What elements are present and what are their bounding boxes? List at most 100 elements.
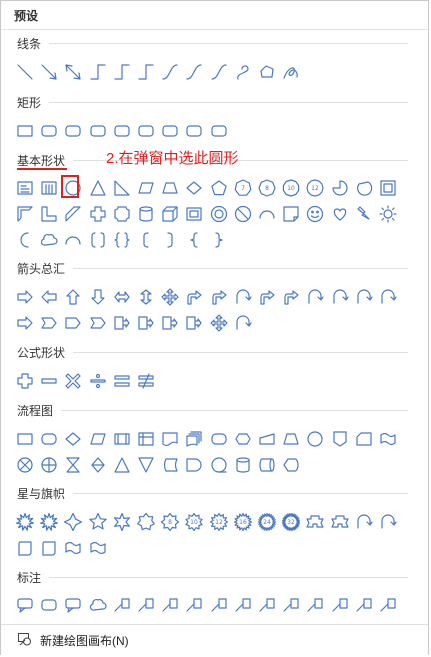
text-box-icon[interactable] [15, 178, 35, 198]
merge-icon[interactable] [136, 455, 156, 475]
arc-icon[interactable] [63, 230, 83, 250]
snip-round-rectangle-icon[interactable] [136, 121, 156, 141]
collate-icon[interactable] [63, 455, 83, 475]
chord-icon[interactable] [354, 178, 374, 198]
star-16-point-icon[interactable]: 16 [233, 512, 253, 532]
round-single-corner-rectangle-icon[interactable] [160, 121, 180, 141]
summing-junction-icon[interactable] [15, 455, 35, 475]
bevel-icon[interactable] [184, 204, 204, 224]
manual-input-icon[interactable] [257, 429, 277, 449]
line-callout-2-no-border-icon[interactable] [330, 595, 350, 615]
star-32-point-icon[interactable]: 32 [281, 512, 301, 532]
line-callout-3-icon[interactable] [160, 595, 180, 615]
frame-icon[interactable] [378, 178, 398, 198]
parallelogram-icon[interactable] [136, 178, 156, 198]
line-callout-1-no-border-icon[interactable] [305, 595, 325, 615]
heart-icon[interactable] [330, 204, 350, 224]
curved-connector-icon[interactable] [160, 62, 180, 82]
curved-down-ribbon-icon[interactable] [378, 512, 398, 532]
right-triangle-icon[interactable] [112, 178, 132, 198]
wave-icon[interactable] [63, 538, 83, 558]
down-ribbon-icon[interactable] [330, 512, 350, 532]
display-icon[interactable] [281, 455, 301, 475]
snip-single-corner-rectangle-icon[interactable] [63, 121, 83, 141]
right-bracket-icon[interactable] [160, 230, 180, 250]
cube-icon[interactable] [160, 204, 180, 224]
star-8-point-icon[interactable]: 8 [160, 512, 180, 532]
predefined-process-icon[interactable] [112, 429, 132, 449]
folded-corner-icon[interactable] [281, 204, 301, 224]
block-arc-icon[interactable] [257, 204, 277, 224]
line-icon[interactable] [15, 62, 35, 82]
u-turn-arrow-icon[interactable] [233, 287, 253, 307]
sort-icon[interactable] [88, 455, 108, 475]
star-6-point-icon[interactable] [112, 512, 132, 532]
cloud-icon[interactable] [39, 230, 59, 250]
dodecagon-icon[interactable]: 12 [305, 178, 325, 198]
not-equal-icon[interactable] [136, 371, 156, 391]
curved-left-arrow-icon[interactable] [330, 287, 350, 307]
stored-data-icon[interactable] [160, 455, 180, 475]
smiley-face-icon[interactable] [305, 204, 325, 224]
l-shape-icon[interactable] [39, 204, 59, 224]
left-up-arrow-icon[interactable] [257, 287, 277, 307]
multidocument-icon[interactable] [184, 429, 204, 449]
right-brace-icon[interactable] [209, 230, 229, 250]
oval-callout-icon[interactable] [63, 595, 83, 615]
plus-icon[interactable] [15, 371, 35, 391]
line-callout-3-no-border-icon[interactable] [354, 595, 374, 615]
process-icon[interactable] [15, 429, 35, 449]
or-icon[interactable] [39, 455, 59, 475]
preparation-icon[interactable] [233, 429, 253, 449]
oval-icon[interactable] [63, 178, 83, 198]
lightning-bolt-icon[interactable] [354, 204, 374, 224]
freeform-icon[interactable] [257, 62, 277, 82]
diamond-icon[interactable] [184, 178, 204, 198]
round-same-side-rectangle-icon[interactable] [184, 121, 204, 141]
double-brace-icon[interactable] [112, 230, 132, 250]
rounded-rectangle-icon[interactable] [39, 121, 59, 141]
manual-operation-icon[interactable] [281, 429, 301, 449]
multiply-icon[interactable] [63, 371, 83, 391]
explosion-1-icon[interactable] [15, 512, 35, 532]
curved-down-arrow-icon[interactable] [378, 287, 398, 307]
line-callout-2-icon[interactable] [136, 595, 156, 615]
decagon-icon[interactable]: 10 [281, 178, 301, 198]
bent-up-arrow-icon[interactable] [281, 287, 301, 307]
horizontal-scroll-icon[interactable] [39, 538, 59, 558]
elbow-connector-icon[interactable] [88, 62, 108, 82]
snip-diagonal-rectangle-icon[interactable] [112, 121, 132, 141]
scribble-icon[interactable] [281, 62, 301, 82]
up-ribbon-icon[interactable] [305, 512, 325, 532]
snip-same-side-rectangle-icon[interactable] [88, 121, 108, 141]
sun-icon[interactable] [378, 204, 398, 224]
plaque-icon[interactable] [112, 204, 132, 224]
up-down-arrow-icon[interactable] [136, 287, 156, 307]
explosion-2-icon[interactable] [39, 512, 59, 532]
terminator-icon[interactable] [209, 429, 229, 449]
up-arrow-icon[interactable] [63, 287, 83, 307]
internal-storage-icon[interactable] [136, 429, 156, 449]
chevron-arrow-icon[interactable] [88, 313, 108, 333]
divide-icon[interactable] [88, 371, 108, 391]
diagonal-stripe-icon[interactable] [63, 204, 83, 224]
donut-icon[interactable] [209, 204, 229, 224]
down-arrow-icon[interactable] [88, 287, 108, 307]
no-symbol-icon[interactable] [233, 204, 253, 224]
vertical-text-box-icon[interactable] [39, 178, 59, 198]
pentagon-icon[interactable] [209, 178, 229, 198]
magnetic-disk-icon[interactable] [233, 455, 253, 475]
heptagon-icon[interactable]: 7 [233, 178, 253, 198]
double-wave-icon[interactable] [88, 538, 108, 558]
star-7-point-icon[interactable] [136, 512, 156, 532]
line-callout-4-no-border-icon[interactable] [378, 595, 398, 615]
star-10-point-icon[interactable]: 10 [184, 512, 204, 532]
left-bracket-icon[interactable] [136, 230, 156, 250]
round-diagonal-rectangle-icon[interactable] [209, 121, 229, 141]
new-drawing-canvas-button[interactable]: 新建绘图画布(N) [40, 632, 129, 649]
line-callout-3-accent-bar-icon[interactable] [257, 595, 277, 615]
curved-right-arrow-icon[interactable] [305, 287, 325, 307]
arrow-line-icon[interactable] [39, 62, 59, 82]
quad-arrow-icon[interactable] [160, 287, 180, 307]
line-callout-4-icon[interactable] [184, 595, 204, 615]
